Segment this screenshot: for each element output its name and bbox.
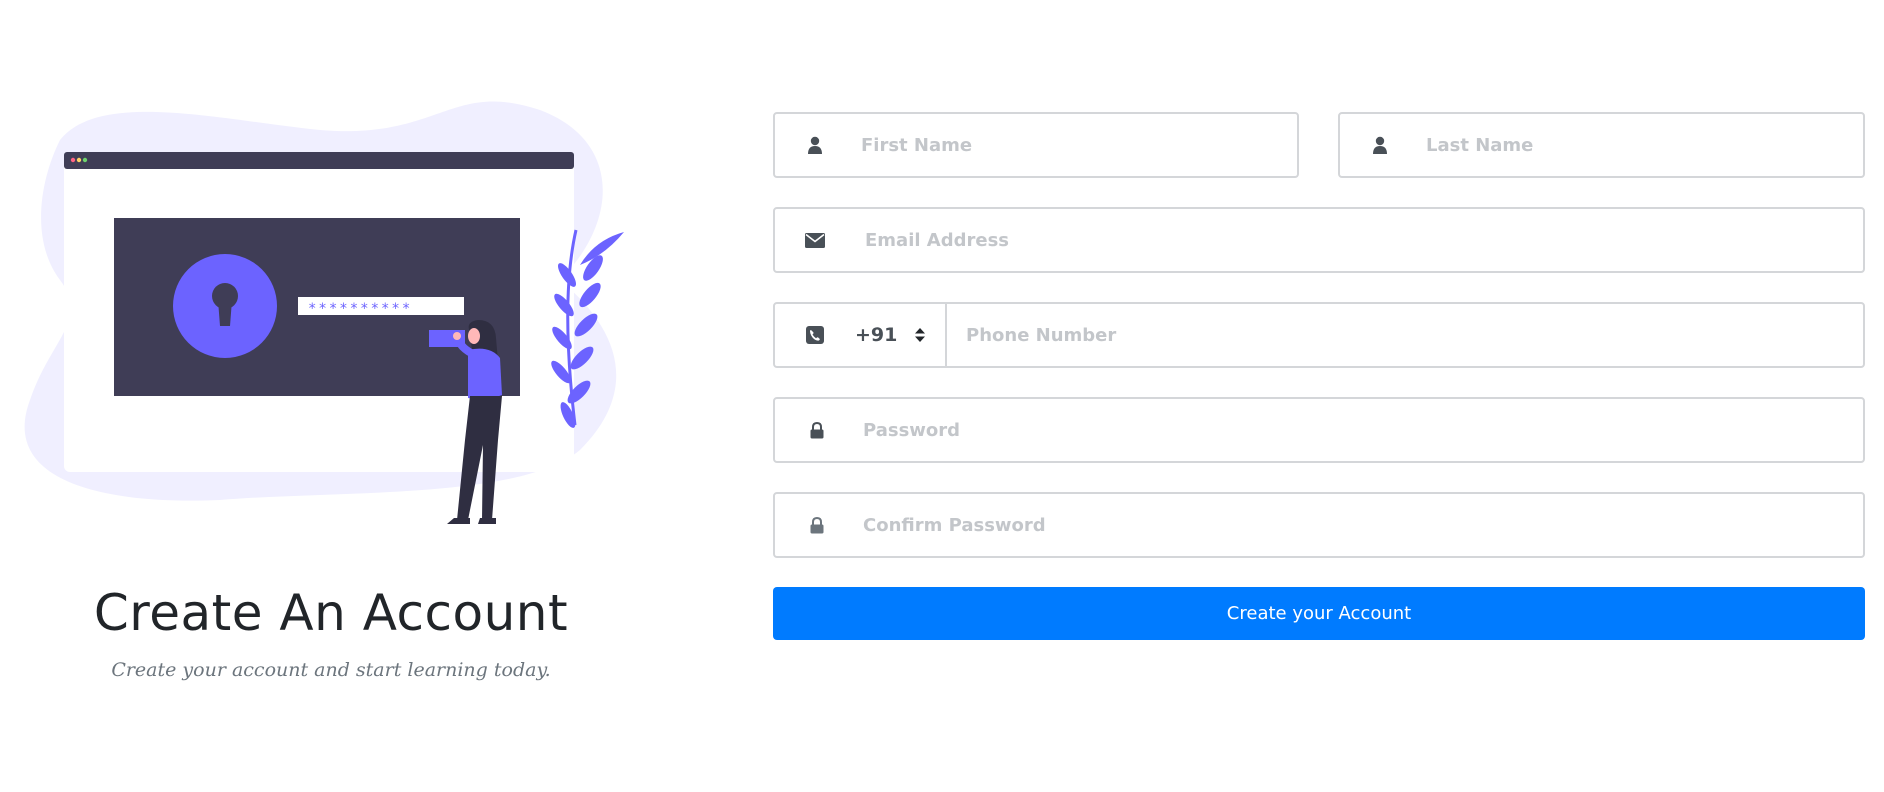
first-name-input[interactable] [861,114,1297,176]
last-name-field[interactable] [1338,112,1865,178]
confirm-password-field[interactable] [773,492,1865,558]
password-mask: ********** [308,301,412,317]
phone-field[interactable]: +91 [773,302,1865,368]
country-code: +91 [855,324,898,346]
country-code-select[interactable]: +91 [855,324,926,346]
create-account-button[interactable]: Create your Account [773,587,1865,640]
phone-icon [805,325,825,345]
page-subtitle: Create your account and start learning t… [111,659,551,681]
browser-titlebar [64,152,574,169]
password-field[interactable] [773,397,1865,463]
lock-icon [807,515,827,535]
user-icon [1370,135,1390,155]
confirm-password-input[interactable] [863,494,1863,556]
user-icon [805,135,825,155]
password-input[interactable] [863,399,1863,461]
email-input[interactable] [865,209,1863,271]
page-title: Create An Account [93,584,569,642]
email-field[interactable] [773,207,1865,273]
signup-page: ********** Create An Account Create your… [0,0,1884,792]
phone-number-input[interactable] [947,304,1863,366]
lock-icon [807,420,827,440]
envelope-icon [805,230,825,250]
first-name-field[interactable] [773,112,1299,178]
sort-caret-icon [915,328,926,342]
phone-prefix: +91 [775,304,947,366]
last-name-input[interactable] [1426,114,1863,176]
secure-login-illustration: ********** [20,100,640,530]
